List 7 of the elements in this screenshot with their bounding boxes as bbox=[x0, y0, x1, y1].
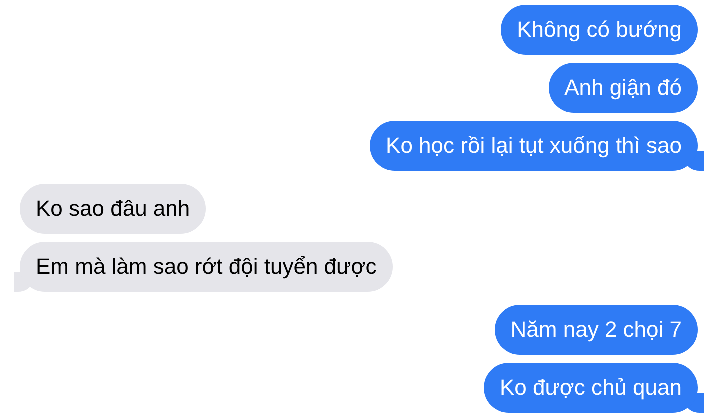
message-bubble: Em mà làm sao rớt đội tuyển được bbox=[20, 242, 393, 292]
message-bubble: Anh giận đó bbox=[548, 63, 698, 113]
message-bubble: Ko học rồi lại tụt xuống thì sao bbox=[370, 121, 698, 171]
message-bubble: Năm nay 2 chọi 7 bbox=[494, 305, 698, 355]
message-bubble: Ko được chủ quan bbox=[484, 363, 698, 413]
message-bubble: Ko sao đâu anh bbox=[20, 184, 206, 234]
message-bubble: Không có bướng bbox=[501, 5, 698, 55]
